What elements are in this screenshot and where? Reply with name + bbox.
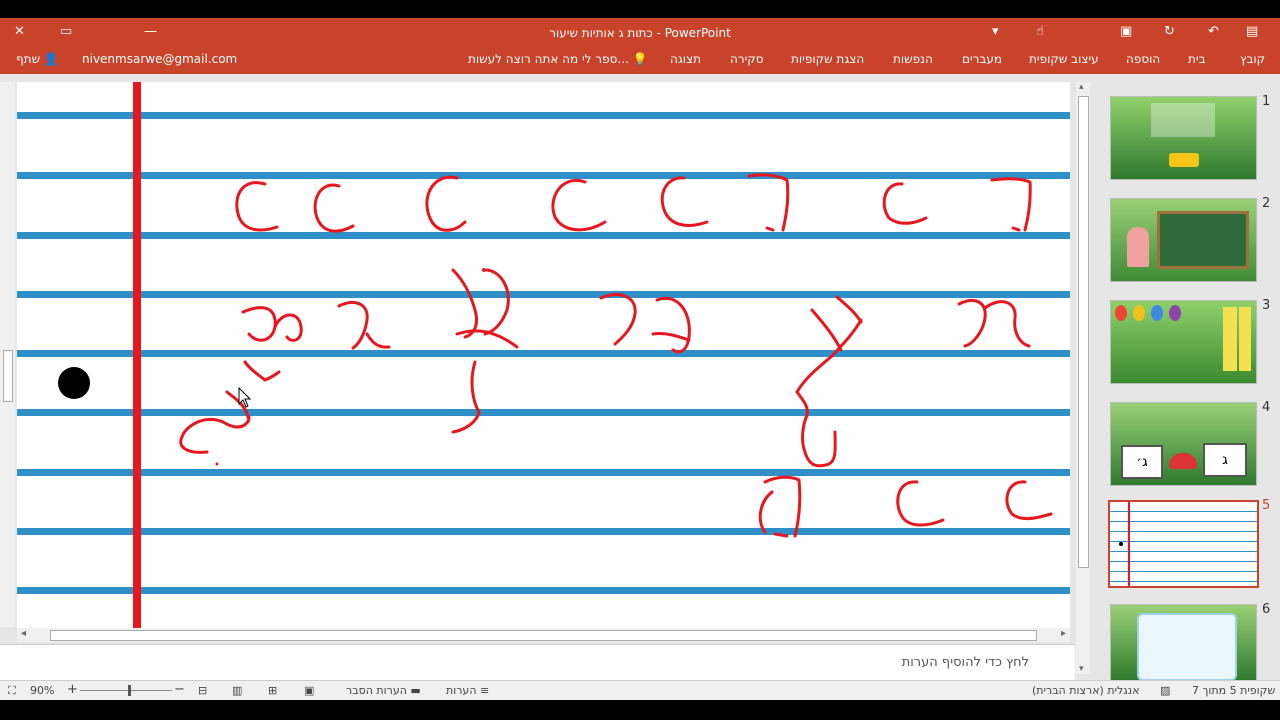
save-icon[interactable]: ▤	[1246, 24, 1258, 39]
ink-stroke	[425, 175, 467, 232]
slide-number: 1	[1262, 94, 1271, 109]
ink-stroke	[795, 390, 837, 468]
handwriting-layer	[179, 173, 1053, 538]
tell-me-box[interactable]: ספר לי מה אתה רוצה לעשות... 💡	[468, 52, 648, 66]
comment-icon: ▬	[410, 684, 421, 697]
ink-stroke	[241, 306, 303, 342]
tab-home[interactable]: בית	[1188, 52, 1206, 66]
slide-number: 2	[1262, 196, 1271, 211]
start-slideshow-icon[interactable]: ▣	[1120, 24, 1132, 39]
ink-stroke	[1011, 226, 1021, 232]
slide-number: 3	[1262, 298, 1271, 313]
letterbox-bar	[0, 700, 1280, 720]
tab-animations[interactable]: הנפשות	[893, 52, 933, 66]
scroll-right-icon[interactable]: ▸	[1061, 628, 1066, 639]
slide-horizontal-scrollbar[interactable]: ◂ ▸	[17, 628, 1070, 642]
scroll-left-icon[interactable]: ◂	[21, 628, 26, 639]
tab-transitions[interactable]: מעברים	[962, 52, 1002, 66]
fit-slide-icon[interactable]: ⛶	[8, 684, 16, 698]
scroll-thumb[interactable]	[50, 630, 1037, 641]
ink-stroke	[795, 295, 863, 394]
slide-number: 5	[1262, 498, 1271, 513]
ink-stroke	[896, 480, 945, 527]
thumbnail-letter-box: ג׳	[1121, 445, 1163, 479]
notes-placeholder[interactable]: לחץ כדי להוסיף הערות	[902, 655, 1029, 670]
ink-stroke	[451, 360, 481, 434]
tab-design[interactable]: עיצוב שקופית	[1029, 52, 1099, 66]
thumbnail-pane: 1 2 3 ג׳ ג 4 5 6	[1092, 82, 1280, 682]
status-bar: ⛶ 90% + − ⊟ ▥ ⊞ ▣ הערות הסבר ▬ הערות ≡ א…	[0, 680, 1280, 701]
tab-slideshow[interactable]: הצגת שקופיות	[791, 52, 864, 66]
ink-stroke	[599, 293, 637, 346]
comments-button[interactable]: הערות הסבר ▬	[346, 684, 421, 697]
tab-view[interactable]: תצוגה	[670, 52, 701, 66]
scroll-thumb[interactable]	[1078, 96, 1089, 568]
ink-stroke	[313, 183, 355, 233]
slide-number: 4	[1262, 400, 1271, 415]
tab-file[interactable]: קובץ	[1240, 52, 1265, 66]
title-bar: ✕ ▭ — כתות ג אותיות שיעור - PowerPoint ▾…	[0, 18, 1280, 48]
redo-icon[interactable]: ↻	[1164, 24, 1175, 39]
slide-thumbnail-2[interactable]	[1110, 198, 1257, 282]
slide-sorter-icon[interactable]: ⊞	[268, 684, 277, 697]
undo-icon[interactable]: ↶	[1208, 24, 1219, 39]
window-title: כתות ג אותיות שיעור - PowerPoint	[549, 26, 731, 40]
ink-stroke	[1005, 480, 1053, 521]
pane-scrollbar[interactable]: ▴ ▾	[1076, 82, 1090, 674]
ink-stroke	[763, 475, 802, 538]
ink-stroke	[758, 490, 774, 534]
scroll-thumb[interactable]	[3, 350, 13, 402]
lightbulb-icon: 💡	[632, 52, 648, 66]
notes-pane[interactable]: לחץ כדי להוסיף הערות	[0, 644, 1075, 681]
ink-stroke	[660, 176, 709, 227]
slide-number: 6	[1262, 602, 1271, 617]
ink-stroke	[747, 173, 790, 232]
scroll-down-icon[interactable]: ▾	[1079, 664, 1084, 674]
tab-review[interactable]: סקירה	[730, 52, 764, 66]
zoom-slider-thumb[interactable]	[128, 685, 131, 696]
ink-stroke	[957, 299, 1031, 348]
notes-icon: ≡	[480, 684, 490, 697]
customize-qat-icon[interactable]: ▾	[992, 24, 999, 39]
slide-counter: שקופית 5 מתוך 7	[1192, 684, 1276, 697]
slide-thumbnail-5[interactable]	[1108, 500, 1259, 588]
ink-stroke	[551, 178, 607, 232]
share-button[interactable]: שתף 👤	[16, 52, 59, 66]
ink-stroke	[243, 360, 281, 382]
slideshow-view-icon[interactable]: ⊟	[198, 684, 207, 697]
reading-view-icon[interactable]: ▥	[232, 684, 242, 697]
ink-stroke	[765, 226, 775, 232]
ink-stroke	[651, 296, 691, 354]
slide-thumbnail-3[interactable]	[1110, 300, 1257, 384]
ink-dot	[215, 462, 219, 466]
slide-thumbnail-1[interactable]	[1110, 96, 1257, 180]
zoom-level[interactable]: 90%	[30, 684, 54, 697]
touch-mode-icon[interactable]: ☝	[1036, 24, 1044, 39]
ink-stroke	[451, 268, 519, 349]
zoom-out-icon[interactable]: −	[174, 682, 185, 697]
language-indicator[interactable]: אנגלית (ארצות הברית)	[1032, 684, 1140, 697]
slide-canvas[interactable]	[17, 82, 1070, 628]
thumbnail-letter-box: ג	[1203, 443, 1247, 477]
ink-stroke	[882, 182, 928, 225]
notes-button[interactable]: הערות ≡	[446, 684, 489, 697]
slide-thumbnail-6[interactable]	[1110, 604, 1257, 682]
tab-insert[interactable]: הוספה	[1126, 52, 1160, 66]
slide-vertical-scrollbar[interactable]	[0, 82, 15, 627]
slide-thumbnail-4[interactable]: ג׳ ג	[1110, 402, 1257, 486]
ink-stroke	[337, 301, 391, 350]
ink-dot	[247, 415, 251, 419]
ink-dot	[482, 268, 486, 272]
zoom-in-icon[interactable]: +	[67, 682, 78, 697]
ink-stroke	[235, 181, 279, 232]
accessibility-icon[interactable]: ▨	[1160, 684, 1170, 697]
zoom-slider[interactable]	[80, 685, 172, 696]
scroll-up-icon[interactable]: ▴	[1079, 82, 1084, 92]
normal-view-icon[interactable]: ▣	[304, 684, 314, 697]
person-icon: 👤	[43, 52, 59, 66]
ink-stroke	[990, 177, 1032, 232]
user-email[interactable]: nivenmsarwe@gmail.com	[82, 52, 237, 66]
ribbon-tabs: שתף 👤 nivenmsarwe@gmail.com ספר לי מה את…	[0, 48, 1280, 74]
